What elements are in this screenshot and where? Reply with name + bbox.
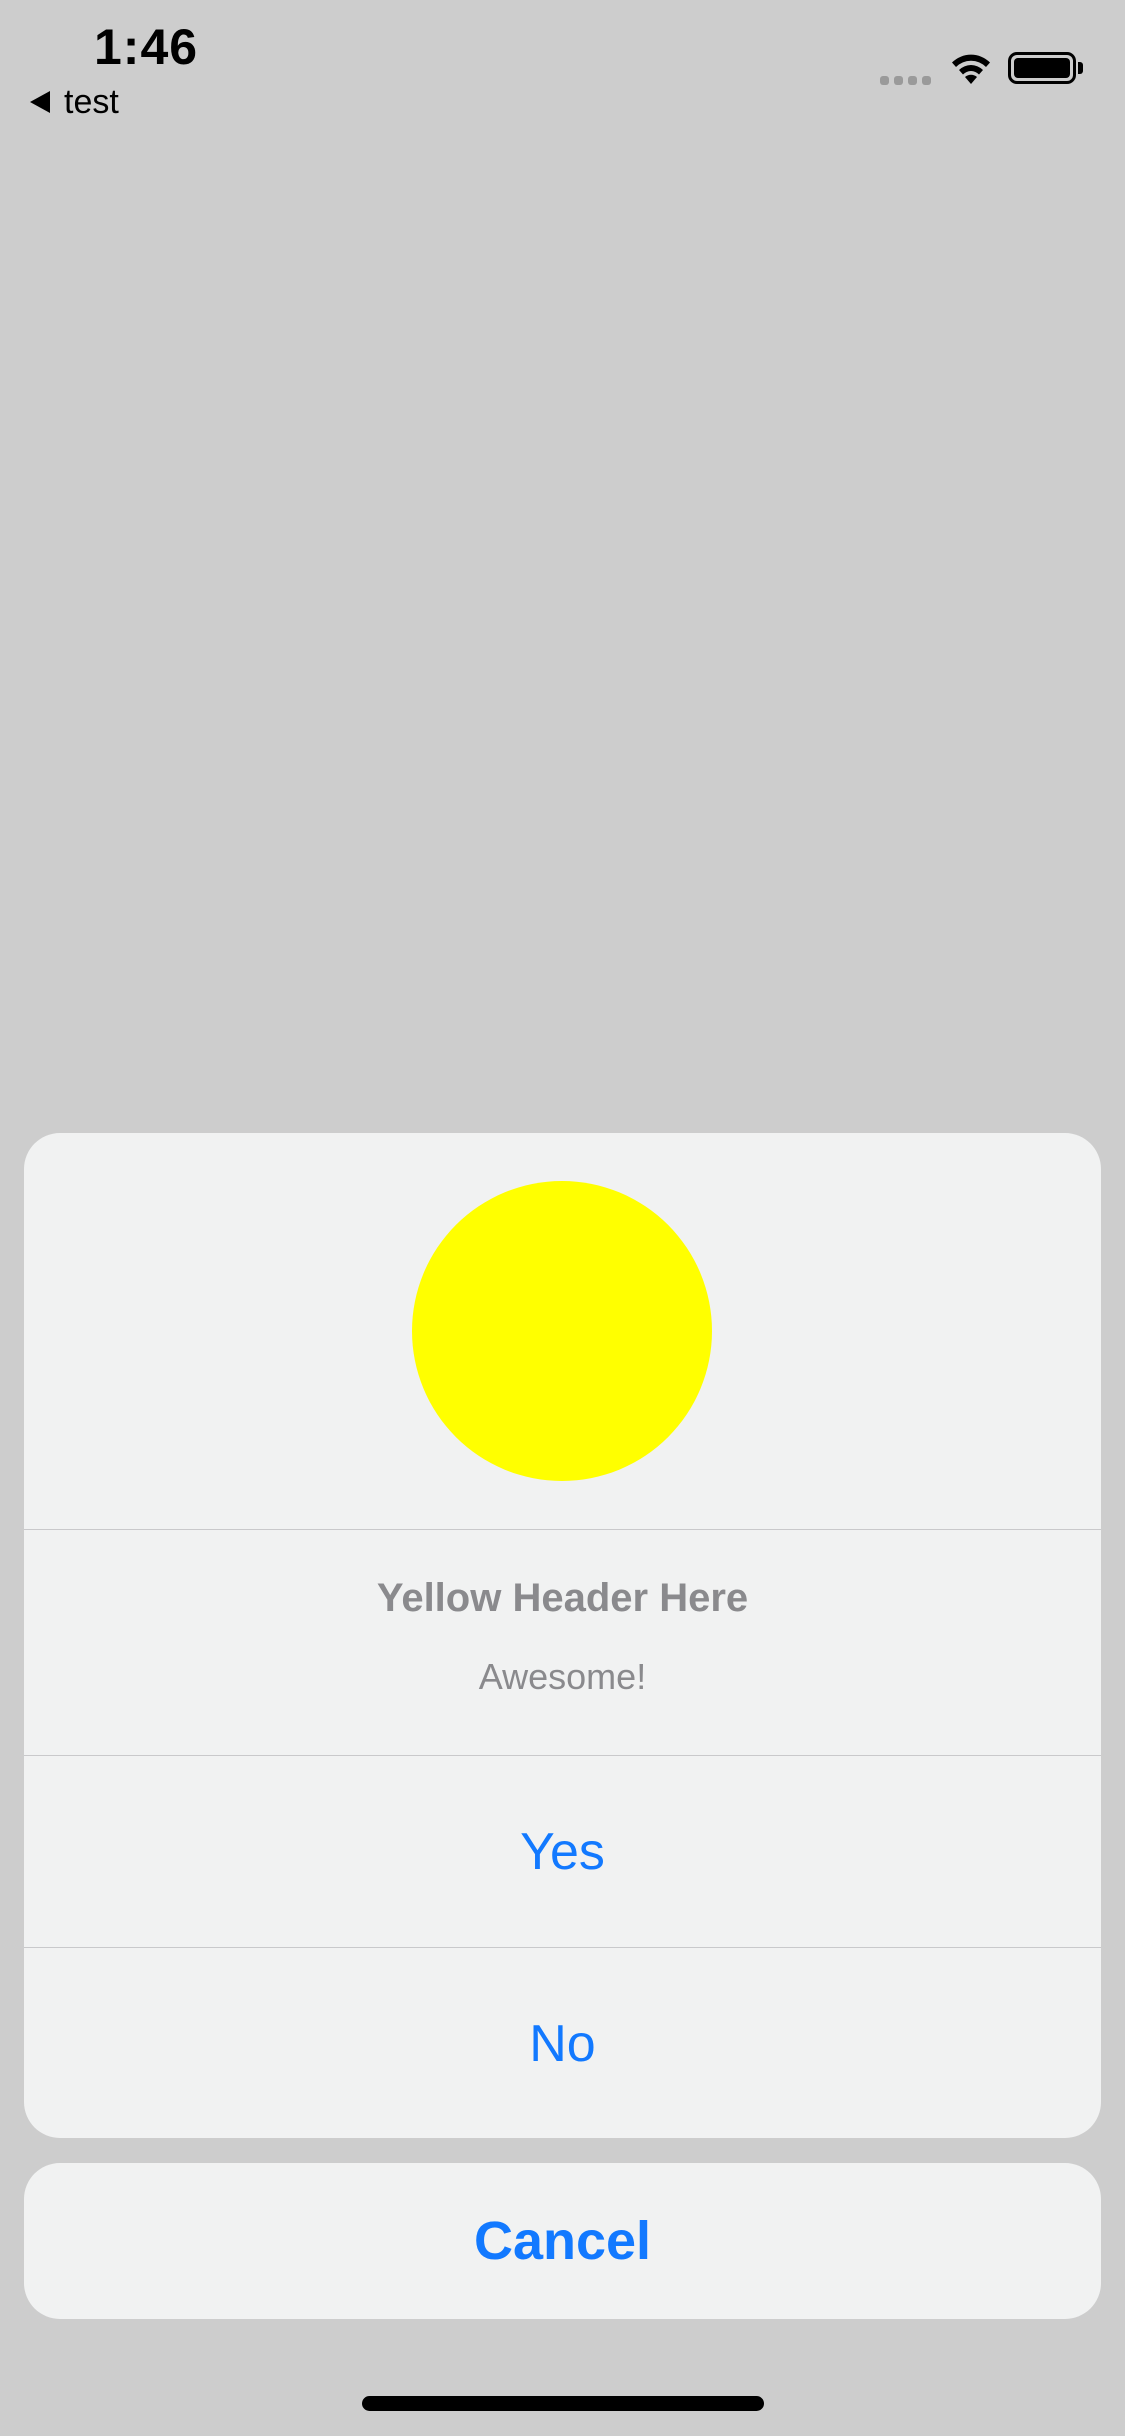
home-indicator[interactable] <box>362 2396 764 2411</box>
back-to-app-button[interactable]: test <box>30 80 119 124</box>
status-bar: 1:46 test <box>0 0 1125 130</box>
action-sheet-title: Yellow Header Here <box>376 1576 749 1620</box>
back-label: test <box>64 82 119 121</box>
battery-tip <box>1078 62 1083 74</box>
action-sheet-image-area <box>24 1133 1101 1530</box>
no-button[interactable]: No <box>24 1947 1101 2138</box>
yellow-circle-image <box>412 1181 712 1481</box>
back-arrow-icon <box>30 91 50 113</box>
yes-button[interactable]: Yes <box>24 1756 1101 1947</box>
wifi-icon <box>952 54 990 84</box>
battery-icon <box>1008 52 1076 84</box>
action-sheet-message: Awesome! <box>478 1656 647 1697</box>
action-sheet: Yellow Header Here Awesome! Yes No <box>24 1133 1101 2138</box>
cellular-signal-icon <box>880 76 931 85</box>
action-sheet-header: Yellow Header Here Awesome! <box>24 1530 1101 1756</box>
cancel-button[interactable]: Cancel <box>24 2163 1101 2319</box>
status-time: 1:46 <box>94 19 199 75</box>
